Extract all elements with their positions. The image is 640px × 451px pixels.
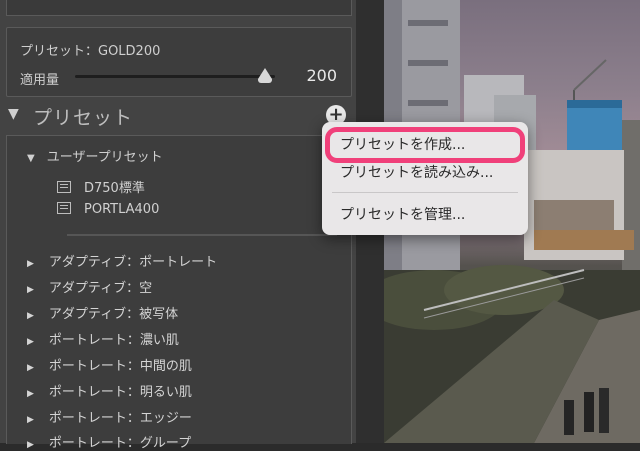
current-preset-label: プリセット：GOLD200 bbox=[20, 44, 161, 59]
preset-item-label: D750標準 bbox=[84, 181, 145, 196]
preset-group-row[interactable]: ▶ ポートレート：濃い肌 bbox=[27, 329, 179, 348]
preset-context-menu: プリセットを作成... プリセットを読み込み... プリセットを管理... bbox=[322, 122, 528, 235]
preset-group-label: アダプティブ：空 bbox=[48, 281, 153, 296]
preset-group-label: ポートレート：明るい肌 bbox=[48, 385, 192, 400]
amount-label: 適用量 bbox=[20, 73, 60, 88]
preset-amount-box: プリセット：GOLD200 適用量 200 bbox=[6, 27, 352, 97]
expand-right-icon: ▶ bbox=[27, 415, 34, 425]
preset-group-row[interactable]: ▶ ポートレート：グループ bbox=[27, 432, 191, 451]
presets-section-title: プリセット bbox=[33, 107, 134, 129]
menu-item-create-preset[interactable]: プリセットを作成... bbox=[340, 134, 465, 154]
preset-group-row[interactable]: ▶ アダプティブ：ポートレート bbox=[27, 251, 217, 270]
expand-right-icon: ▶ bbox=[27, 389, 34, 399]
left-panel: プリセット：GOLD200 適用量 200 ▼ プリセット + ▼ ユーザープリセ… bbox=[0, 0, 356, 451]
top-strip bbox=[6, 0, 352, 16]
list-item[interactable]: PORTLA400 bbox=[57, 202, 159, 217]
expand-triangle-icon: ▼ bbox=[27, 153, 35, 164]
expand-right-icon: ▶ bbox=[27, 311, 34, 321]
collapse-triangle-icon[interactable]: ▼ bbox=[8, 106, 19, 122]
preset-group-row[interactable]: ▶ アダプティブ：被写体 bbox=[27, 303, 178, 322]
preset-group-label: ポートレート：エッジー bbox=[48, 411, 192, 426]
user-presets-group[interactable]: ▼ ユーザープリセット bbox=[27, 146, 163, 165]
expand-right-icon: ▶ bbox=[27, 285, 34, 295]
preset-list: ▼ ユーザープリセット D750標準 PORTLA400 ▶ アダプティブ：ポートレ… bbox=[6, 135, 352, 451]
menu-item-manage-presets[interactable]: プリセットを管理... bbox=[340, 204, 465, 224]
expand-right-icon: ▶ bbox=[27, 259, 34, 269]
preset-group-row[interactable]: ▶ ポートレート：中間の肌 bbox=[27, 355, 192, 374]
preset-file-icon bbox=[57, 181, 71, 193]
list-item[interactable]: D750標準 bbox=[57, 177, 145, 196]
preset-group-label: アダプティブ：被写体 bbox=[48, 307, 179, 322]
preset-group-row[interactable]: ▶ ポートレート：明るい肌 bbox=[27, 381, 192, 400]
preset-group-label: ポートレート：グループ bbox=[48, 436, 192, 451]
amount-slider-thumb[interactable] bbox=[258, 68, 272, 83]
preset-file-icon bbox=[57, 202, 71, 214]
menu-separator bbox=[332, 192, 518, 193]
presets-section-header[interactable]: ▼ プリセット bbox=[0, 100, 356, 132]
preset-item-label: PORTLA400 bbox=[84, 202, 160, 217]
preset-group-label: ポートレート：中間の肌 bbox=[48, 359, 192, 374]
preset-group-label: ポートレート：濃い肌 bbox=[48, 333, 179, 348]
preset-group-row[interactable]: ▶ アダプティブ：空 bbox=[27, 277, 152, 296]
menu-item-import-presets[interactable]: プリセットを読み込み... bbox=[340, 162, 493, 182]
preset-group-label: アダプティブ：ポートレート bbox=[48, 255, 218, 270]
divider bbox=[67, 234, 337, 236]
amount-slider[interactable] bbox=[75, 75, 275, 78]
user-presets-label: ユーザープリセット bbox=[46, 150, 163, 165]
expand-right-icon: ▶ bbox=[27, 337, 34, 347]
preset-group-row[interactable]: ▶ ポートレート：エッジー bbox=[27, 407, 192, 426]
amount-value[interactable]: 200 bbox=[306, 66, 337, 85]
expand-right-icon: ▶ bbox=[27, 440, 34, 450]
expand-right-icon: ▶ bbox=[27, 363, 34, 373]
